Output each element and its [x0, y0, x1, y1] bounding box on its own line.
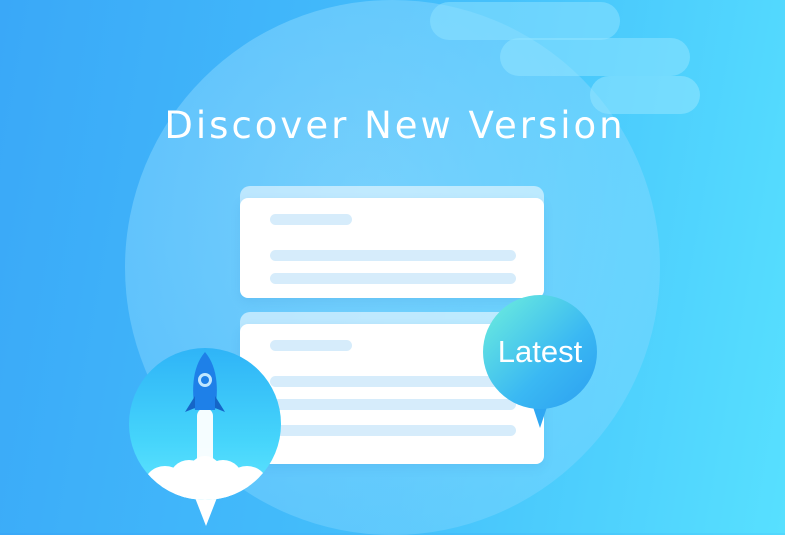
placeholder-line	[270, 376, 516, 387]
decorative-streak	[430, 2, 620, 40]
placeholder-line	[270, 340, 352, 351]
banner-title: Discover New Version	[164, 104, 626, 147]
update-banner: Discover New Version Latest	[0, 0, 785, 535]
latest-badge: Latest	[483, 295, 597, 409]
decorative-streak	[500, 38, 690, 76]
version-card-top	[240, 198, 544, 298]
rocket-icon	[143, 352, 269, 500]
placeholder-line	[270, 425, 516, 436]
rocket-badge	[129, 348, 281, 500]
placeholder-line	[270, 250, 516, 261]
latest-badge-label: Latest	[497, 334, 583, 369]
placeholder-line	[270, 399, 516, 410]
placeholder-line	[270, 214, 352, 225]
placeholder-line	[270, 273, 516, 284]
